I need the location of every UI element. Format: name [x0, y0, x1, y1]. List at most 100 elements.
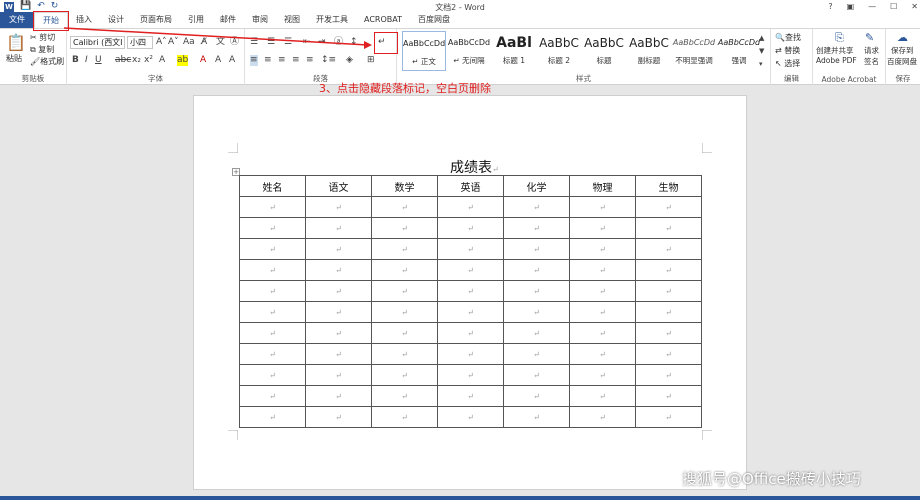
- table-cell[interactable]: ↵: [371, 322, 438, 344]
- table-cell[interactable]: ↵: [437, 385, 504, 407]
- table-cell[interactable]: ↵: [437, 217, 504, 239]
- table-cell[interactable]: ↵: [239, 343, 306, 365]
- table-cell[interactable]: ↵: [437, 301, 504, 323]
- table-cell[interactable]: ↵: [371, 364, 438, 386]
- table-row: ↵ ↵ ↵ ↵ ↵ ↵ ↵: [239, 406, 702, 428]
- table-header-cell[interactable]: 物理: [569, 175, 636, 197]
- status-bar: [0, 496, 920, 500]
- table-cell[interactable]: ↵: [503, 217, 570, 239]
- table-cell[interactable]: ↵: [437, 196, 504, 218]
- table-cell[interactable]: ↵: [305, 280, 372, 302]
- table-cell[interactable]: ↵: [437, 406, 504, 428]
- table-cell[interactable]: ↵: [305, 301, 372, 323]
- table-cell[interactable]: ↵: [503, 385, 570, 407]
- table-cell[interactable]: ↵: [635, 217, 702, 239]
- table-cell[interactable]: ↵: [569, 217, 636, 239]
- table-cell[interactable]: ↵: [569, 385, 636, 407]
- table-cell[interactable]: ↵: [371, 217, 438, 239]
- table-cell[interactable]: ↵: [371, 301, 438, 323]
- table-cell[interactable]: ↵: [437, 280, 504, 302]
- table-cell[interactable]: ↵: [371, 385, 438, 407]
- table-cell[interactable]: ↵: [305, 343, 372, 365]
- table-header-row: 姓名 语文 数学 英语 化学 物理 生物: [239, 175, 702, 197]
- table-cell[interactable]: ↵: [239, 217, 306, 239]
- table-cell[interactable]: ↵: [239, 259, 306, 281]
- table-cell[interactable]: ↵: [569, 406, 636, 428]
- table-cell[interactable]: ↵: [305, 385, 372, 407]
- table-cell[interactable]: ↵: [371, 196, 438, 218]
- table-header-cell[interactable]: 英语: [437, 175, 504, 197]
- table-row: ↵ ↵ ↵ ↵ ↵ ↵ ↵: [239, 196, 702, 218]
- paragraph-mark: ↵: [492, 165, 499, 174]
- table-cell[interactable]: ↵: [239, 196, 306, 218]
- table-cell[interactable]: ↵: [569, 280, 636, 302]
- table-cell[interactable]: ↵: [635, 196, 702, 218]
- table-cell[interactable]: ↵: [305, 196, 372, 218]
- table-header-cell[interactable]: 生物: [635, 175, 702, 197]
- table-cell[interactable]: ↵: [239, 364, 306, 386]
- table-cell[interactable]: ↵: [305, 364, 372, 386]
- table-cell[interactable]: ↵: [635, 238, 702, 260]
- table-cell[interactable]: ↵: [503, 406, 570, 428]
- table-cell[interactable]: ↵: [503, 364, 570, 386]
- table-cell[interactable]: ↵: [569, 343, 636, 365]
- table-cell[interactable]: ↵: [239, 385, 306, 407]
- table-cell[interactable]: ↵: [569, 238, 636, 260]
- table-cell[interactable]: ↵: [635, 301, 702, 323]
- table-cell[interactable]: ↵: [305, 406, 372, 428]
- table-cell[interactable]: ↵: [371, 406, 438, 428]
- table-row: ↵ ↵ ↵ ↵ ↵ ↵ ↵: [239, 280, 702, 302]
- table-header-cell[interactable]: 数学: [371, 175, 438, 197]
- table-cell[interactable]: ↵: [635, 259, 702, 281]
- table-cell[interactable]: ↵: [371, 280, 438, 302]
- table-cell[interactable]: ↵: [437, 364, 504, 386]
- table-cell[interactable]: ↵: [437, 238, 504, 260]
- table-cell[interactable]: ↵: [569, 301, 636, 323]
- table-cell[interactable]: ↵: [239, 406, 306, 428]
- table-cell[interactable]: ↵: [569, 322, 636, 344]
- table-cell[interactable]: ↵: [503, 238, 570, 260]
- table-cell[interactable]: ↵: [635, 406, 702, 428]
- table-row: ↵ ↵ ↵ ↵ ↵ ↵ ↵: [239, 301, 702, 323]
- table-cell[interactable]: ↵: [371, 238, 438, 260]
- table-cell[interactable]: ↵: [305, 238, 372, 260]
- table-cell[interactable]: ↵: [239, 238, 306, 260]
- margin-corner-tl: [228, 143, 238, 153]
- table-cell[interactable]: ↵: [503, 259, 570, 281]
- table-header-cell[interactable]: 语文: [305, 175, 372, 197]
- watermark: 搜狐号@Office搬砖小技巧: [682, 470, 861, 488]
- table-cell[interactable]: ↵: [503, 301, 570, 323]
- table-cell[interactable]: ↵: [371, 259, 438, 281]
- table-cell[interactable]: ↵: [635, 385, 702, 407]
- table-cell[interactable]: ↵: [635, 280, 702, 302]
- table-cell[interactable]: ↵: [569, 259, 636, 281]
- table-cell[interactable]: ↵: [305, 322, 372, 344]
- table-cell[interactable]: ↵: [569, 364, 636, 386]
- table-cell[interactable]: ↵: [437, 259, 504, 281]
- table-row: ↵ ↵ ↵ ↵ ↵ ↵ ↵: [239, 343, 702, 365]
- table-cell[interactable]: ↵: [371, 343, 438, 365]
- table-cell[interactable]: ↵: [503, 322, 570, 344]
- table-cell[interactable]: ↵: [503, 280, 570, 302]
- table-cell[interactable]: ↵: [503, 196, 570, 218]
- table-cell[interactable]: ↵: [239, 301, 306, 323]
- table-cell[interactable]: ↵: [239, 280, 306, 302]
- table-cell[interactable]: ↵: [635, 343, 702, 365]
- table-row: ↵ ↵ ↵ ↵ ↵ ↵ ↵: [239, 259, 702, 281]
- table-cell[interactable]: ↵: [635, 322, 702, 344]
- table-header-cell[interactable]: 化学: [503, 175, 570, 197]
- table-cell[interactable]: ↵: [305, 217, 372, 239]
- score-table[interactable]: 姓名 语文 数学 英语 化学 物理 生物 ↵ ↵ ↵ ↵ ↵ ↵ ↵ ↵ ↵ ↵ ↵ ↵ ↵ ↵ ↵ ↵ ↵ ↵ ↵…: [239, 175, 702, 428]
- table-cell[interactable]: ↵: [239, 322, 306, 344]
- table-cell[interactable]: ↵: [305, 259, 372, 281]
- document-title: 成绩表↵: [450, 157, 499, 177]
- margin-corner-bl: [228, 430, 238, 440]
- table-cell[interactable]: ↵: [503, 343, 570, 365]
- table-row: ↵ ↵ ↵ ↵ ↵ ↵ ↵: [239, 238, 702, 260]
- table-cell[interactable]: ↵: [635, 364, 702, 386]
- table-row: ↵ ↵ ↵ ↵ ↵ ↵ ↵: [239, 364, 702, 386]
- table-header-cell[interactable]: 姓名: [239, 175, 306, 197]
- table-cell[interactable]: ↵: [437, 343, 504, 365]
- table-cell[interactable]: ↵: [569, 196, 636, 218]
- table-cell[interactable]: ↵: [437, 322, 504, 344]
